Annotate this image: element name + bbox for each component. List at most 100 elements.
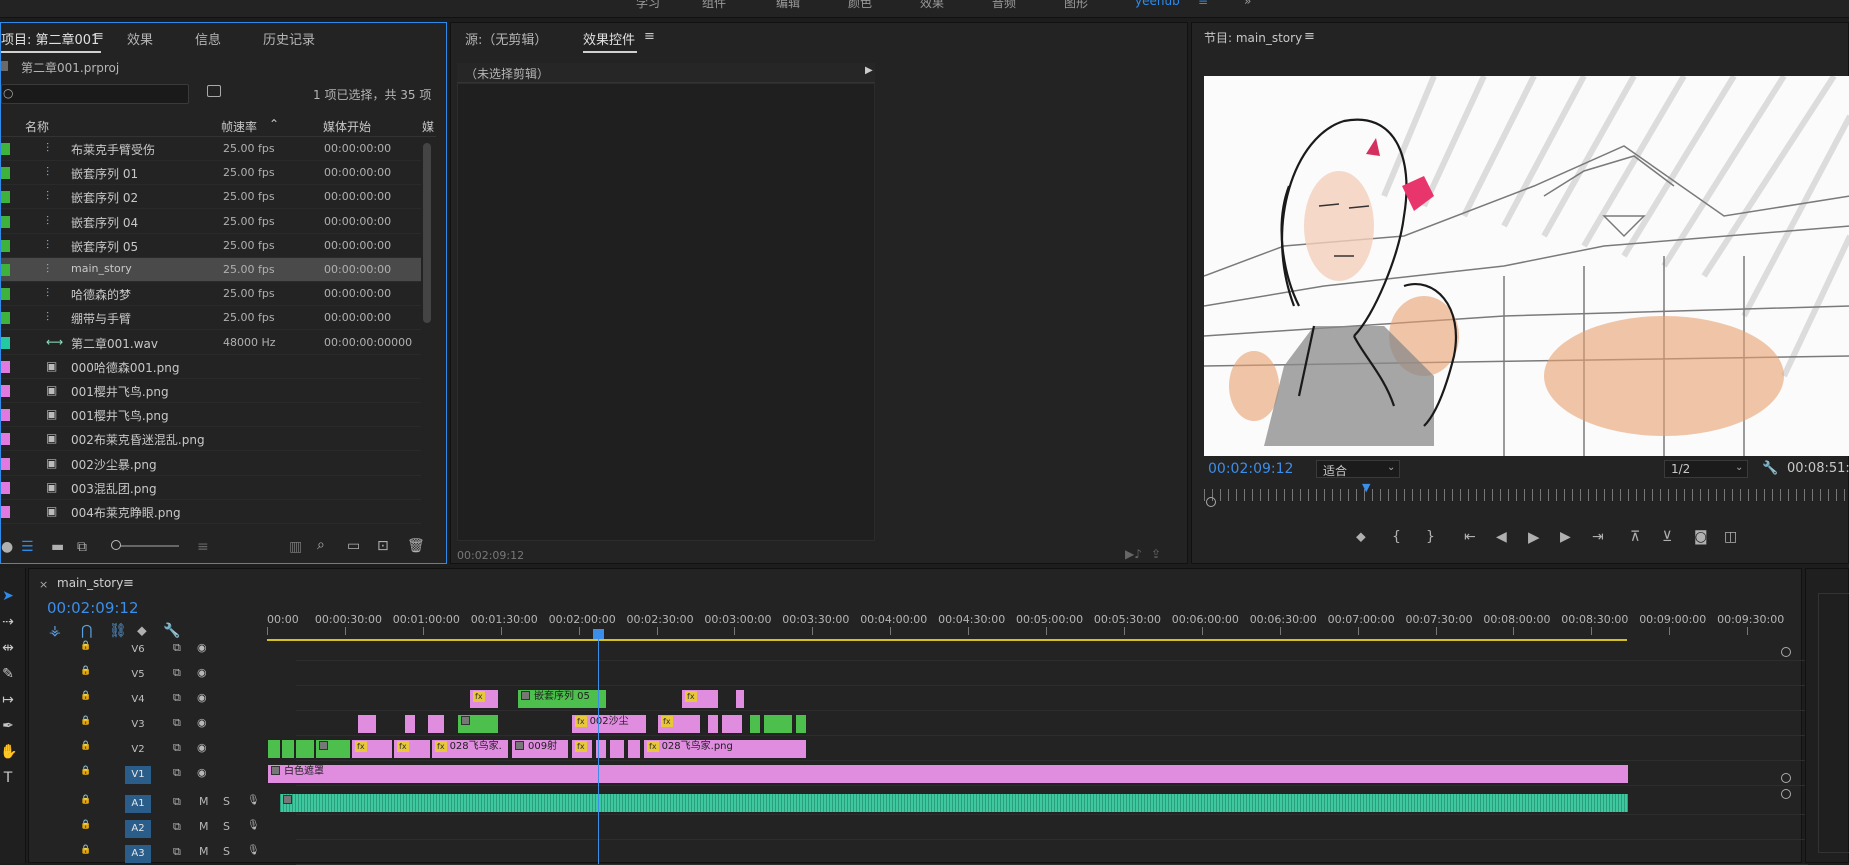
project-item[interactable]: ▣ 001樱井飞鸟.png [1,403,421,428]
project-item[interactable]: ⫶ 嵌套序列 04 25.00 fps 00:00:00:00 [1,210,421,234]
ripple-edit-tool-icon[interactable]: ⇹ [0,640,16,660]
fx-badge[interactable]: fx [647,741,659,752]
video-clip[interactable]: fx [469,689,499,709]
video-clip[interactable]: fx [393,739,431,759]
resolution-dropdown[interactable]: 1/2 ⌄ [1664,460,1748,478]
program-video-frame[interactable] [1204,76,1849,456]
project-item[interactable]: ⫶ main_story 25.00 fps 00:00:00:00 [1,258,421,282]
track-select-tool-icon[interactable]: ⇢ [0,614,16,634]
freeform-view-icon[interactable]: ⧉ [77,539,87,555]
find-icon[interactable]: ⌕ [317,537,325,553]
video-clip[interactable] [295,739,315,759]
program-zoom-handle[interactable] [1206,497,1216,507]
label-color-chip[interactable] [1,143,10,155]
video-clip[interactable] [749,714,761,734]
project-item[interactable]: ▣ 001樱井飞鸟.png [1,379,421,403]
video-clip[interactable] [357,714,377,734]
video-clip[interactable]: fx [351,739,393,759]
new-bin-icon[interactable]: ▭ [347,538,360,554]
go-to-out-icon[interactable]: ⇥ [1592,529,1604,545]
new-bin-from-search-icon[interactable] [207,85,221,97]
video-clip[interactable] [457,714,499,734]
list-view-icon[interactable]: ☰ [21,539,34,555]
column-name[interactable]: 名称 [25,118,49,135]
track-lane[interactable] [296,712,1808,736]
video-scroll-handle[interactable] [1781,647,1791,657]
column-frame-rate[interactable]: 帧速率 [221,118,257,135]
step-forward-icon[interactable]: ▶ [1560,529,1571,545]
video-scroll-handle-bottom[interactable] [1781,773,1791,783]
video-clip[interactable] [595,739,607,759]
close-icon[interactable]: × [39,578,48,591]
label-color-chip[interactable] [1,336,10,349]
workspace-overflow-icon[interactable]: » [1244,0,1251,8]
fx-badge[interactable]: fx [397,741,409,752]
workspace-tab-color[interactable]: 颜色 [848,0,872,11]
fx-badge[interactable]: fx [355,741,367,752]
label-color-chip[interactable] [1,167,10,180]
workspace-menu-icon[interactable]: ≡ [1198,0,1208,8]
video-clip[interactable]: fx 028飞鸟家.png [643,739,807,759]
fx-badge[interactable]: fx [685,691,697,702]
slip-tool-icon[interactable]: ↦ [0,692,16,712]
zoom-slider[interactable] [111,540,179,550]
selection-tool-icon[interactable]: ➤ [0,588,16,608]
column-media-end[interactable]: 媒 [422,118,434,135]
label-color-chip[interactable] [1,191,10,204]
clear-icon[interactable]: 🗑 [407,538,425,554]
label-color-chip[interactable] [1,409,10,422]
export-frame-icon[interactable]: ◙ [1694,529,1708,545]
fx-badge[interactable]: fx [473,691,485,702]
go-to-in-icon[interactable]: ⇤ [1464,529,1476,545]
fx-badge[interactable]: fx [435,741,447,752]
audio-clip[interactable] [279,793,1629,813]
label-color-chip[interactable] [1,457,10,470]
track-lane[interactable] [296,662,1808,686]
comparison-view-icon[interactable]: ◫ [1724,529,1737,545]
column-media-start[interactable]: 媒体开始 [323,118,371,135]
fit-dropdown[interactable]: 适合 ⌄ [1316,460,1400,478]
video-clip[interactable] [609,739,625,759]
video-clip[interactable] [427,714,445,734]
extract-icon[interactable]: ⊻ [1662,529,1672,545]
sort-ascending-icon[interactable]: ⌃ [269,117,279,131]
program-menu-icon[interactable]: ≡ [1304,29,1315,44]
track-lane[interactable] [296,816,1808,840]
label-color-chip[interactable] [1,481,10,494]
tab-info[interactable]: 信息 [195,29,221,48]
video-clip[interactable] [763,714,793,734]
track-lane[interactable] [296,841,1808,865]
project-item[interactable]: ▣ 000哈德森001.png [1,355,421,379]
video-clip[interactable] [315,739,351,759]
program-scrub-ruler[interactable] [1204,489,1849,501]
video-clip[interactable]: fx 028飞鸟家. [431,739,509,759]
workspace-tab-learn[interactable]: 学习 [636,0,660,11]
label-color-chip[interactable] [1,506,10,518]
export-icon[interactable]: ⇪ [1151,547,1161,561]
video-clip[interactable]: fx 002沙尘 [571,714,647,734]
tab-source[interactable]: 源:（无剪辑） [465,29,547,48]
video-clip[interactable] [281,739,295,759]
add-marker-icon[interactable]: ⬥ [1356,529,1366,545]
tab-history[interactable]: 历史记录 [263,29,315,48]
video-clip[interactable] [627,739,641,759]
zoom-slider-handle[interactable] [111,540,121,550]
video-clip[interactable]: fx [681,689,719,709]
video-clip[interactable] [707,714,719,734]
timeline-ruler[interactable]: 00:00 00:00:30:00 00:01:00:00 00:01:30:00 00… [267,609,1784,637]
video-clip[interactable] [404,714,416,734]
mark-in-icon[interactable]: { [1392,529,1401,545]
sort-icons-icon[interactable]: ≡ [197,539,209,555]
video-clip[interactable]: fx [657,714,701,734]
wrench-icon[interactable]: 🔧 [1762,461,1778,476]
project-item[interactable]: ▣ 004布莱克睁眼.png [1,500,421,524]
fx-badge[interactable]: fx [661,716,673,727]
project-item[interactable]: ▣ 002沙尘暴.png [1,452,421,476]
project-item[interactable]: ⫶ 嵌套序列 01 25.00 fps 00:00:00:00 [1,161,421,186]
new-item-icon[interactable]: ⊡ [377,538,389,554]
search-input[interactable]: ○ [1,84,189,104]
timeline-timecode[interactable]: 00:02:09:12 [47,599,139,617]
hand-tool-icon[interactable]: ✋ [0,744,17,764]
audio-scroll-handle[interactable] [1781,789,1791,799]
write-protect-icon[interactable]: ● [1,539,13,555]
